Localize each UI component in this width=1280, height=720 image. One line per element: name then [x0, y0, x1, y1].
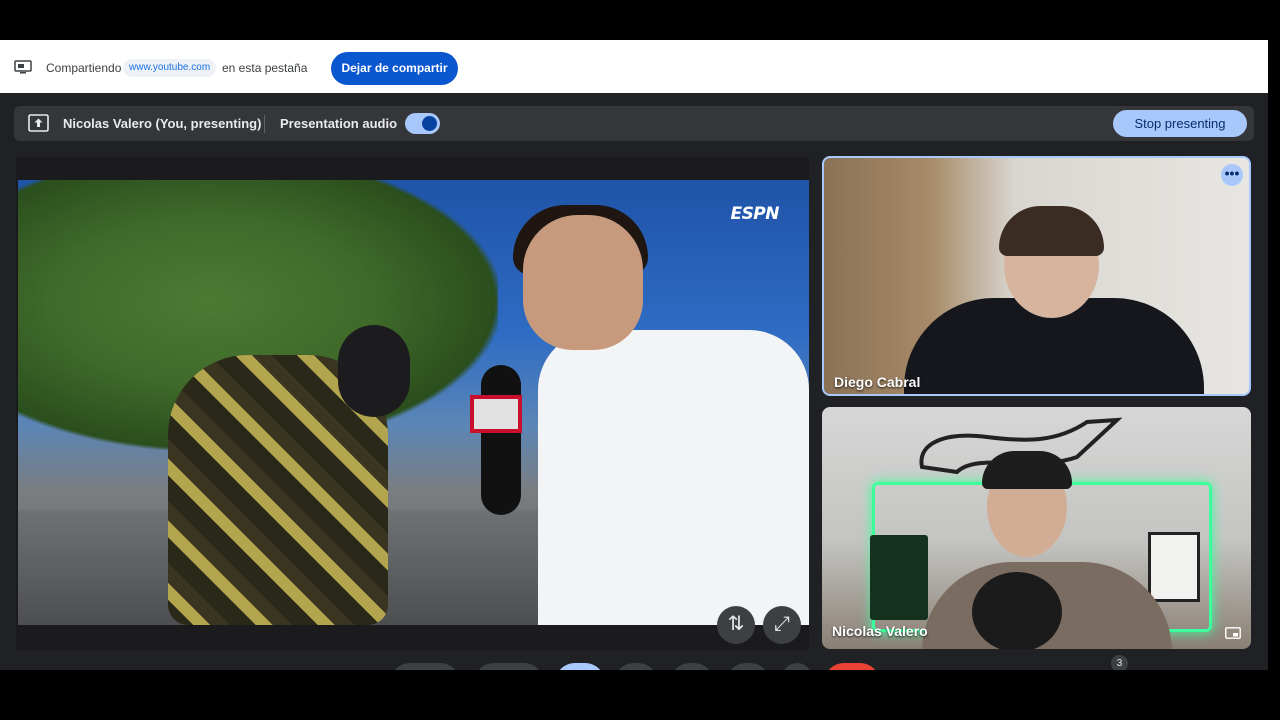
sharing-prefix-text: Compartiendo: [46, 61, 122, 75]
screen-share-icon: [14, 60, 32, 74]
participant-hair: [999, 206, 1104, 256]
picture-in-picture-icon[interactable]: [1225, 627, 1241, 639]
broadcaster-logo: ESPN: [730, 204, 779, 224]
video-microphone: [481, 365, 521, 515]
window-right-edge: [1268, 40, 1280, 670]
headphones: [982, 451, 1072, 489]
microphone: [972, 572, 1062, 649]
participant-name: Diego Cabral: [834, 374, 921, 390]
bottom-black-area: [0, 670, 1280, 720]
shared-url-chip: www.youtube.com: [123, 59, 217, 77]
participant-tile-nicolas[interactable]: Nicolas Valero: [822, 407, 1251, 649]
wall-frame: [1148, 532, 1200, 602]
shared-video-frame: ESPN: [18, 180, 809, 625]
participant-tile-diego[interactable]: ••• Diego Cabral: [822, 156, 1251, 396]
presentation-audio-toggle[interactable]: [405, 113, 440, 134]
participant-name: Nicolas Valero: [832, 623, 928, 639]
presenter-label: Nicolas Valero (You, presenting): [63, 116, 262, 131]
stop-sharing-button[interactable]: Dejar de compartir: [331, 52, 458, 85]
swap-vert-icon[interactable]: ⇅: [717, 606, 755, 644]
stop-presenting-button[interactable]: Stop presenting: [1113, 110, 1247, 137]
fullscreen-icon[interactable]: ⤢: [763, 606, 801, 644]
video-reporter-face: [523, 215, 643, 350]
presenting-bar: Nicolas Valero (You, presenting) Present…: [14, 106, 1254, 141]
video-mic-flag: [470, 395, 522, 433]
presentation-audio-label: Presentation audio: [280, 116, 398, 131]
browser-top-black-area: [0, 0, 1280, 40]
sharing-suffix-text: en esta pestaña: [222, 61, 308, 75]
presentation-tile[interactable]: ESPN ⇅ ⤢: [16, 157, 809, 650]
video-reporter-shirt: [538, 330, 809, 625]
wall-poster: [870, 535, 928, 620]
video-rider-head: [338, 325, 410, 417]
more-options-icon[interactable]: •••: [1221, 164, 1243, 186]
volume-icon: [422, 116, 437, 131]
present-to-all-icon: [28, 114, 49, 132]
presenting-bar-divider: [264, 115, 265, 133]
tab-sharing-bar: Compartiendo www.youtube.com en esta pes…: [0, 40, 1268, 93]
